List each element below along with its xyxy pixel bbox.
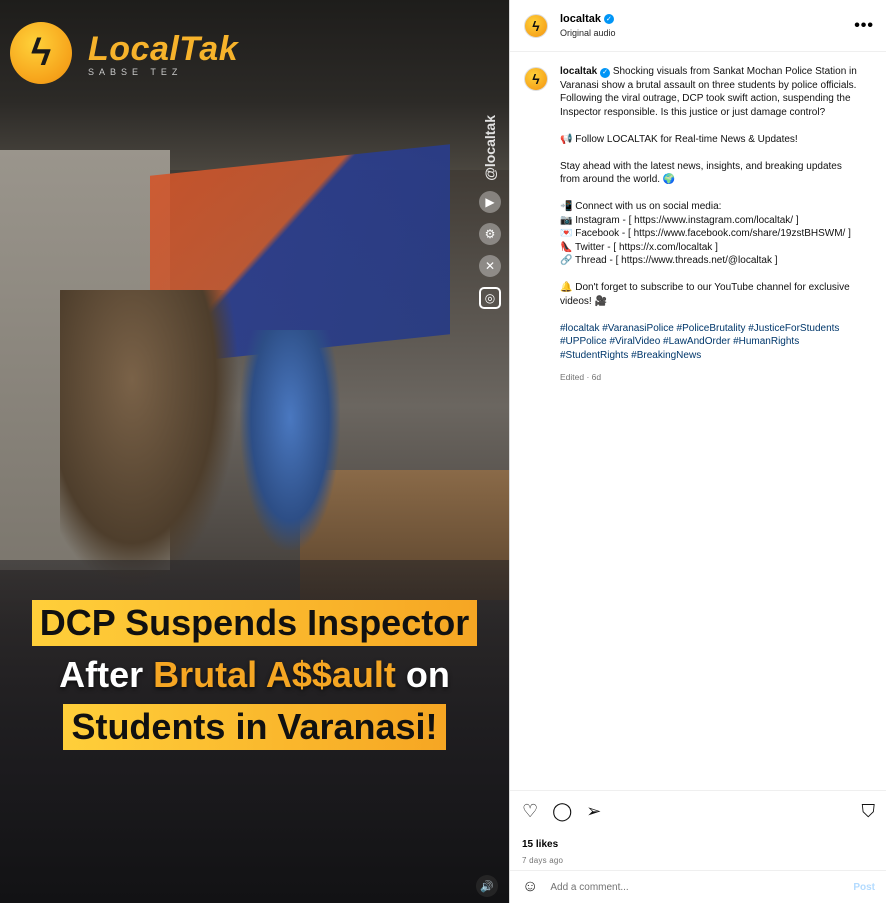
caption-hashtags[interactable]: #localtak #VaranasiPolice #PoliceBrutali… — [560, 322, 860, 363]
headline-suffix: on — [395, 654, 450, 695]
gear-icon: ⚙ — [479, 222, 501, 245]
caption-paragraph: Stay ahead with the latest news, insight… — [560, 160, 845, 186]
x-icon: ✕ — [479, 254, 501, 277]
brand-logo: ϟ LocalTak SABSE TEZ — [10, 22, 238, 84]
caption-paragraph: localtak ✓ Shocking visuals from Sankat … — [560, 65, 860, 119]
headline-line-2: After Brutal A$$ault on — [51, 652, 458, 698]
video-watermark: @localtak ▶ ⚙ ✕ ◎ — [470, 115, 509, 309]
post-header: ϟ localtak ✓ Original audio ••• — [510, 0, 886, 52]
verified-icon: ✓ — [600, 67, 611, 78]
verified-icon: ✓ — [603, 14, 614, 24]
caption-username[interactable]: localtak — [560, 66, 597, 77]
bolt-icon: ϟ — [10, 22, 72, 84]
edited-timestamp: Edited · 6d — [560, 371, 602, 382]
post-time: 7 days ago — [522, 856, 564, 865]
mute-icon[interactable]: 🔊 — [476, 875, 498, 897]
post-button[interactable]: Post — [853, 882, 875, 893]
headline-line-3: Students in Varanasi! — [63, 704, 446, 750]
comment-bar: ☺ Post — [510, 870, 886, 903]
caption-block: ϟ localtak ✓ Shocking visuals from Sanka… — [510, 53, 886, 788]
headline-prefix: After — [59, 654, 154, 695]
share-icon[interactable]: ➢ — [586, 802, 601, 820]
video-scene-person-seated — [240, 330, 340, 550]
post-video[interactable]: ϟ LocalTak SABSE TEZ @localtak ▶ ⚙ ✕ ◎ D… — [0, 0, 509, 903]
header-username[interactable]: localtak ✓ — [560, 13, 854, 25]
caption-paragraph: 📢 Follow LOCALTAK for Real-time News & U… — [560, 133, 798, 145]
post-actions: ♡ ◯ ➢ ⛉ 15 likes 7 days ago — [510, 790, 886, 865]
like-count[interactable]: 15 likes — [522, 839, 875, 850]
video-headline: DCP Suspends Inspector After Brutal A$$a… — [0, 600, 509, 756]
play-icon: ▶ — [479, 190, 501, 213]
avatar[interactable]: ϟ — [524, 13, 548, 38]
headline-line-1: DCP Suspends Inspector — [31, 600, 478, 646]
post-side-panel: ϟ localtak ✓ Original audio ••• ϟ localt… — [509, 0, 886, 903]
username-text[interactable]: localtak — [560, 13, 601, 25]
instagram-icon: ◎ — [479, 286, 501, 309]
headline-accent: Brutal A$$ault — [153, 654, 396, 695]
audio-label[interactable]: Original audio — [560, 28, 854, 38]
comment-input[interactable] — [550, 881, 854, 893]
comment-icon[interactable]: ◯ — [552, 802, 572, 820]
heart-icon[interactable]: ♡ — [522, 802, 538, 820]
video-scene-person-officer — [60, 290, 240, 590]
brand-name: LocalTak — [88, 29, 239, 68]
emoji-icon[interactable]: ☺ — [522, 878, 538, 896]
caption-social-links: 📲 Connect with us on social media: 📷 Ins… — [560, 201, 851, 266]
watermark-handle: @localtak — [482, 115, 498, 181]
avatar[interactable]: ϟ — [524, 67, 548, 91]
bookmark-icon[interactable]: ⛉ — [862, 802, 876, 820]
more-icon[interactable]: ••• — [854, 17, 874, 35]
caption-paragraph: 🔔 Don't forget to subscribe to our YouTu… — [560, 282, 853, 307]
